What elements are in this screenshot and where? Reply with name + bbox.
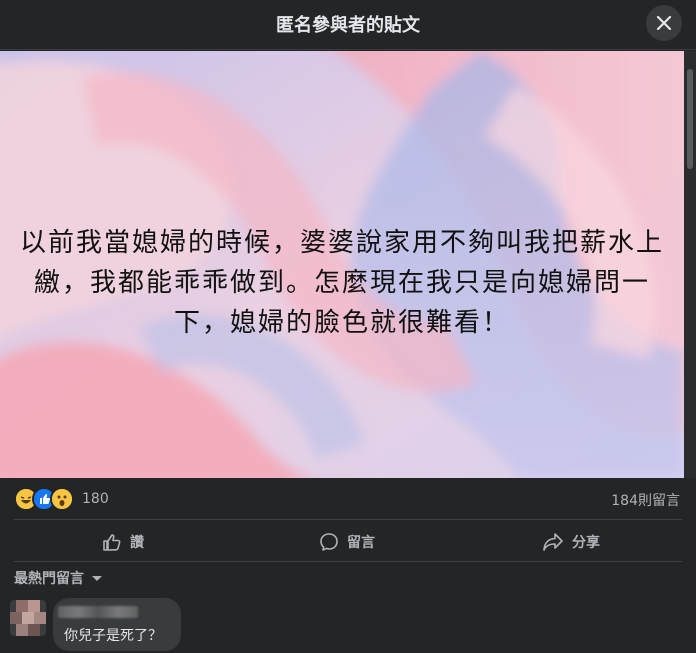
comment-icon — [320, 533, 338, 551]
divider — [14, 561, 682, 562]
comment-count[interactable]: 184則留言 — [611, 490, 680, 510]
scrollbar[interactable] — [684, 51, 696, 478]
comment-button[interactable]: 留言 — [319, 530, 375, 554]
like-label: 讚 — [130, 535, 144, 551]
comment-sort-dropdown[interactable]: 最熱門留言 — [14, 568, 104, 588]
avatar[interactable] — [10, 600, 46, 636]
divider — [14, 519, 682, 520]
dialog-header: 匿名參與者的貼文 — [0, 0, 696, 50]
caret-down-icon — [92, 576, 102, 581]
post-text: 以前我當媳婦的時候，婆婆說家用不夠叫我把薪水上繳，我都能乖乖做到。怎麼現在我只是… — [20, 228, 665, 338]
comment-author-name[interactable] — [58, 606, 138, 618]
share-label: 分享 — [572, 535, 600, 551]
comment-text: 你兒子是死了？ — [64, 628, 162, 644]
close-icon — [657, 16, 671, 30]
wow-icon — [50, 487, 74, 511]
close-button[interactable] — [646, 5, 682, 41]
comment-label: 留言 — [347, 535, 375, 551]
reactions-summary[interactable]: 180 — [14, 486, 109, 512]
sort-label: 最熱門留言 — [14, 571, 84, 587]
scroll-thumb[interactable] — [687, 69, 693, 169]
reaction-count: 180 — [82, 491, 109, 507]
like-button[interactable]: 讚 — [102, 530, 144, 554]
thumbs-up-icon — [103, 534, 121, 551]
dialog-title: 匿名參與者的貼文 — [276, 15, 420, 36]
share-icon — [543, 533, 563, 551]
post-background-image: 以前我當媳婦的時候，婆婆說家用不夠叫我把薪水上繳，我都能乖乖做到。怎麼現在我只是… — [0, 51, 684, 478]
share-button[interactable]: 分享 — [542, 530, 600, 554]
